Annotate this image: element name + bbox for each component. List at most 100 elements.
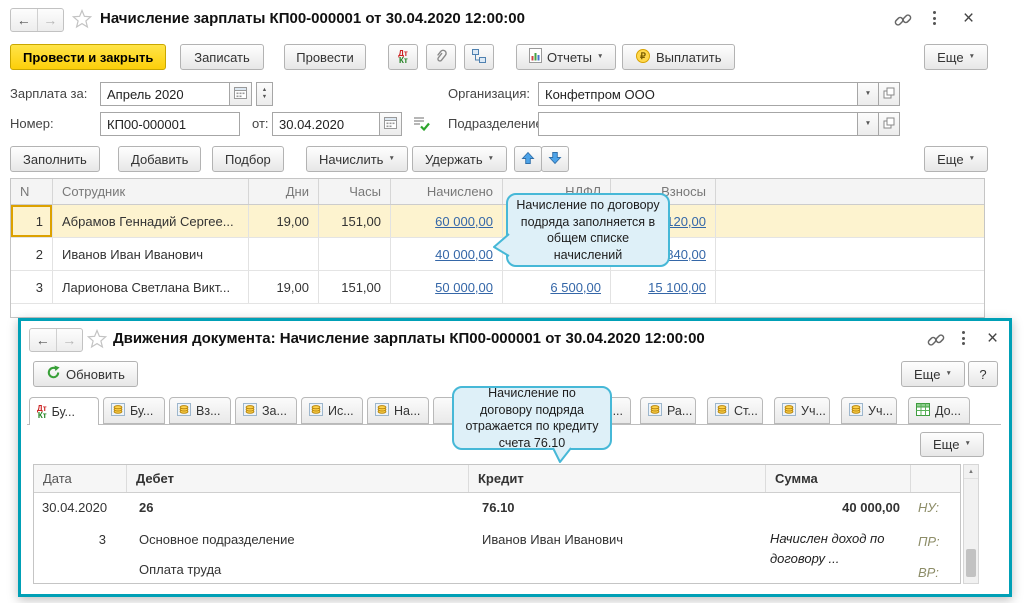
back-button[interactable]: ← (30, 329, 57, 351)
tab-register-6[interactable]: На... (367, 397, 429, 424)
dtkt-icon: Дт Кт (37, 403, 47, 420)
contrib-link[interactable]: 15 100,00 (648, 280, 706, 295)
attachments-button[interactable] (426, 44, 456, 70)
close-icon[interactable]: × (987, 329, 998, 348)
organization-input[interactable]: Конфетпром ООО (538, 82, 858, 106)
department-dropdown-button[interactable]: ▼ (858, 112, 879, 136)
hours-cell[interactable]: 151,00 (319, 205, 391, 237)
organization-open-button[interactable] (879, 82, 900, 106)
date-calendar-button[interactable] (380, 112, 402, 136)
coins-icon (243, 402, 257, 419)
tab-register-10[interactable]: Ра... (640, 397, 696, 424)
more-label: Еще (937, 151, 964, 167)
menu-kebab-icon[interactable] (962, 331, 965, 345)
back-button[interactable]: ← (11, 9, 38, 31)
row-number-cell[interactable]: 1 (11, 205, 53, 237)
employee-cell[interactable]: Абрамов Геннадий Сергее... (53, 205, 249, 237)
department-input[interactable] (538, 112, 858, 136)
contrib-link[interactable]: 840,00 (666, 247, 706, 262)
table-row[interactable]: 3 Ларионова Светлана Викт... 19,00 151,0… (11, 271, 984, 304)
set-date-icon[interactable] (412, 114, 430, 132)
tab-register-11[interactable]: Ст... (707, 397, 763, 424)
more-button-toolbar[interactable]: Еще ▼ (924, 44, 988, 70)
more-button-win2[interactable]: Еще ▼ (901, 361, 965, 387)
tab-label: На... (394, 403, 421, 418)
refresh-button[interactable]: Обновить (33, 361, 138, 387)
ndfl-link[interactable]: 6 500,00 (550, 280, 601, 295)
period-spinbox[interactable]: ▲ ▼ (256, 82, 273, 106)
movements-table: Дата Дебет Кредит Сумма 30.04.2020 3 26 … (33, 464, 961, 584)
accrued-link[interactable]: 60 000,00 (435, 214, 493, 229)
tab-register-4[interactable]: За... (235, 397, 297, 424)
tab-register-5[interactable]: Ис... (301, 397, 363, 424)
calendar-button[interactable] (230, 82, 252, 106)
tab-register-14[interactable]: До... (908, 397, 970, 424)
contrib-cell: 15 100,00 (611, 271, 716, 303)
hours-cell[interactable]: 151,00 (319, 271, 391, 303)
tab-register-13[interactable]: Уч... (841, 397, 897, 424)
scroll-up-icon[interactable]: ▲ (964, 465, 978, 479)
accrued-link[interactable]: 50 000,00 (435, 280, 493, 295)
fill-button[interactable]: Заполнить (10, 146, 100, 172)
spin-up-icon: ▲ (261, 87, 268, 93)
link-icon[interactable] (926, 330, 946, 350)
contrib-link[interactable]: 120,00 (666, 214, 706, 229)
coins-icon (177, 402, 191, 419)
employee-cell[interactable]: Ларионова Светлана Викт... (53, 271, 249, 303)
row-number-cell[interactable]: 3 (11, 271, 53, 303)
col-header-n: N (11, 179, 53, 204)
entry-credit-sub1: Иванов Иван Иванович (482, 532, 624, 547)
favorites-star-icon[interactable] (72, 9, 92, 29)
date-input[interactable]: 30.04.2020 (272, 112, 380, 136)
close-icon[interactable]: × (963, 9, 974, 28)
structure-button[interactable] (464, 44, 494, 70)
days-cell[interactable]: 19,00 (249, 271, 319, 303)
more-button-commandbar[interactable]: Еще ▼ (924, 146, 988, 172)
post-and-close-button[interactable]: Провести и закрыть (10, 44, 167, 70)
department-open-button[interactable] (879, 112, 900, 136)
employee-cell[interactable]: Иванов Иван Иванович (53, 238, 249, 270)
help-button[interactable]: ? (968, 361, 998, 387)
move-down-button[interactable] (541, 146, 569, 172)
hours-cell[interactable] (319, 238, 391, 270)
entry-amount: 40 000,00 (842, 500, 900, 515)
accrue-button[interactable]: Начислить ▼ (306, 146, 408, 172)
callout-accrual-list: Начисление по договору подряда заполняет… (493, 193, 670, 267)
movement-entry[interactable]: 30.04.2020 3 26 Основное подразделение О… (34, 493, 960, 583)
tab-register-2[interactable]: Бу... (103, 397, 165, 424)
vertical-scrollbar[interactable]: ▲ (963, 464, 979, 584)
salary-period-input[interactable]: Апрель 2020 (100, 82, 230, 106)
accrued-link[interactable]: 40 000,00 (435, 247, 493, 262)
number-input[interactable]: КП00-000001 (100, 112, 240, 136)
pick-button[interactable]: Подбор (212, 146, 284, 172)
post-button[interactable]: Провести (284, 44, 366, 70)
tab-accounting-dtkt[interactable]: Дт Кт Бу... (29, 397, 99, 425)
move-up-button[interactable] (514, 146, 542, 172)
organization-dropdown-button[interactable]: ▼ (858, 82, 879, 106)
link-icon[interactable] (893, 10, 913, 30)
save-button[interactable]: Записать (180, 44, 264, 70)
forward-button[interactable]: → (38, 9, 64, 31)
add-button[interactable]: Добавить (118, 146, 202, 172)
days-cell[interactable] (249, 238, 319, 270)
tab-register-3[interactable]: Вз... (169, 397, 231, 424)
coins-icon (309, 402, 323, 419)
tab-register-12[interactable]: Уч... (774, 397, 830, 424)
dtkt-button[interactable]: Дт Кт (388, 44, 418, 70)
more-button-tabpanel[interactable]: Еще ▼ (920, 432, 984, 457)
reports-button[interactable]: Отчеты ▼ (516, 44, 617, 70)
scroll-thumb[interactable] (966, 549, 976, 577)
pay-button[interactable]: ₽ Выплатить (622, 44, 735, 70)
forward-button[interactable]: → (57, 329, 83, 351)
menu-kebab-icon[interactable] (933, 11, 936, 25)
row-number-cell[interactable]: 2 (11, 238, 53, 270)
spin-down-icon: ▼ (261, 93, 268, 100)
favorites-star-icon[interactable] (87, 329, 107, 349)
movements-table-header: Дата Дебет Кредит Сумма (34, 465, 960, 493)
caret-down-icon: ▼ (968, 52, 975, 60)
accrue-label: Начислить (319, 151, 384, 167)
days-cell[interactable]: 19,00 (249, 205, 319, 237)
withhold-button[interactable]: Удержать ▼ (412, 146, 508, 172)
withhold-label: Удержать (425, 151, 483, 167)
salary-period-label: Зарплата за: (10, 86, 88, 101)
